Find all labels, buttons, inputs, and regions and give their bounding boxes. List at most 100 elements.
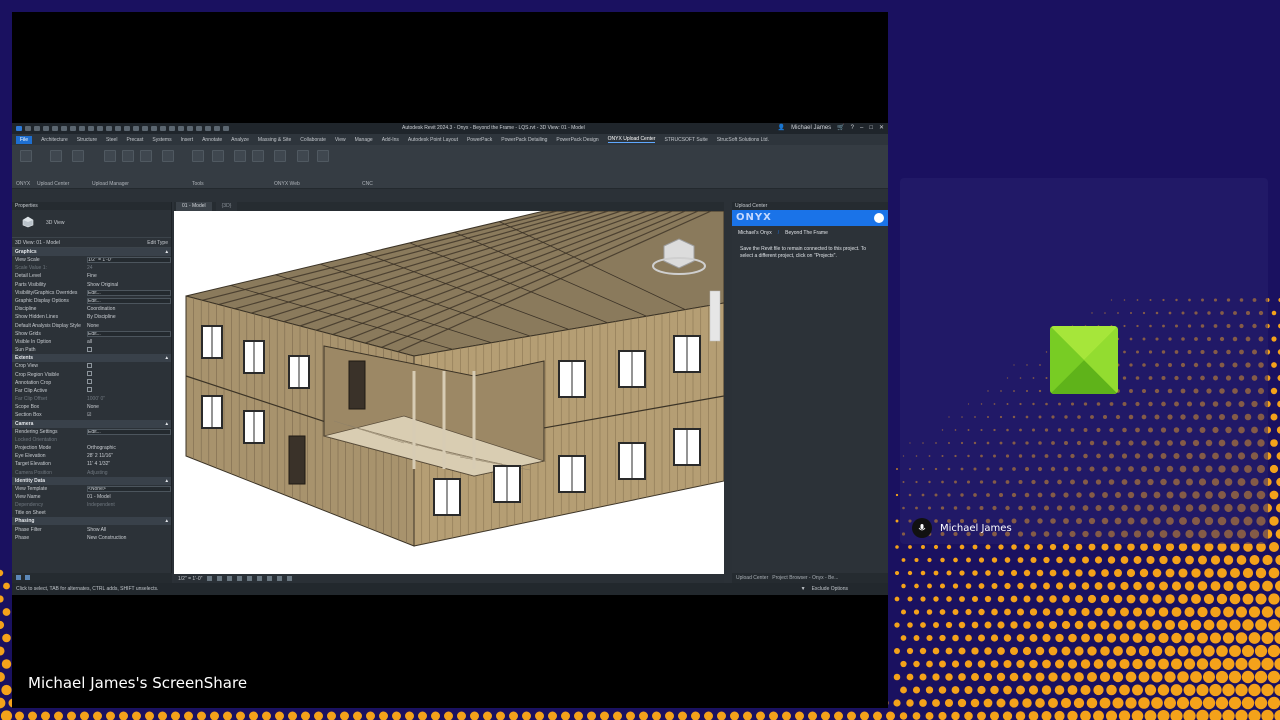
qat-tool-icon[interactable] (214, 126, 220, 131)
show-crop-icon[interactable] (257, 576, 263, 581)
property-value[interactable]: Orthographic (87, 445, 171, 451)
property-value[interactable]: 28' 2 11/16" (87, 453, 171, 459)
qat-tool-icon[interactable] (151, 126, 157, 131)
ribbon-tab-steel[interactable]: Steel (106, 137, 117, 143)
ribbon-tab-massing-site[interactable]: Massing & Site (258, 137, 291, 143)
shadows-icon[interactable] (237, 576, 243, 581)
checkbox-icon[interactable] (87, 371, 92, 377)
qat-tool-icon[interactable] (43, 126, 49, 131)
ribbon-tab-powerpack[interactable]: PowerPack (467, 137, 492, 143)
microphone-icon[interactable] (912, 518, 932, 538)
properties-section-phasing[interactable]: Phasing ▴ (12, 517, 171, 526)
property-value[interactable]: <None> (87, 485, 171, 492)
ribbon-tab-autodesk-point-layout[interactable]: Autodesk Point Layout (408, 137, 458, 143)
ribbon-tool-button[interactable] (212, 150, 224, 162)
apply-icon[interactable] (25, 575, 30, 580)
qat-tool-icon[interactable] (187, 126, 193, 131)
qat-tool-icon[interactable] (115, 126, 121, 131)
property-checkbox[interactable] (87, 379, 171, 386)
qat-tool-icon[interactable] (70, 126, 76, 131)
qat-tool-icon[interactable] (223, 126, 229, 131)
qat-tool-icon[interactable] (124, 126, 130, 131)
breadcrumb-project[interactable]: Beyond The Frame (785, 230, 828, 236)
property-value[interactable]: None (87, 404, 171, 410)
ribbon-tool-button[interactable] (20, 150, 32, 162)
maximize-button[interactable]: □ (869, 125, 873, 131)
3d-viewport[interactable] (174, 211, 724, 574)
collapse-icon[interactable]: ▴ (165, 249, 168, 255)
ribbon-tool-button[interactable] (50, 150, 62, 162)
property-value[interactable]: ☑ (87, 412, 171, 418)
filter-icon[interactable]: ▼ (801, 586, 806, 592)
qat-tool-icon[interactable] (16, 126, 22, 131)
properties-filter[interactable]: 3D View: 01 - Model Edit Type (12, 238, 171, 248)
property-checkbox[interactable] (87, 371, 171, 378)
qat-tool-icon[interactable] (79, 126, 85, 131)
view-scale[interactable]: 1/2" = 1'-0" (178, 576, 202, 582)
ribbon-tool-button[interactable] (274, 150, 286, 162)
ribbon-tab-manage[interactable]: Manage (355, 137, 373, 143)
quick-access-toolbar[interactable] (16, 126, 229, 131)
building-model[interactable] (174, 211, 724, 574)
ribbon-tab-annotate[interactable]: Annotate (202, 137, 222, 143)
close-button[interactable]: ✕ (879, 124, 884, 131)
tab-3d[interactable]: {3D} (215, 202, 238, 211)
qat-tool-icon[interactable] (52, 126, 58, 131)
qat-tool-icon[interactable] (169, 126, 175, 131)
collapse-icon[interactable]: ▴ (165, 355, 168, 361)
qat-tool-icon[interactable] (196, 126, 202, 131)
qat-tool-icon[interactable] (106, 126, 112, 131)
ribbon-tab-strucsoft-suite[interactable]: STRUCSOFT Suite (664, 137, 707, 143)
breadcrumb-workspace[interactable]: Michael's Onyx (738, 230, 772, 236)
properties-help-icon[interactable] (16, 575, 21, 580)
cart-icon[interactable]: 🛒 (837, 124, 844, 131)
account-icon[interactable] (874, 213, 884, 223)
user-icon[interactable]: 👤 (778, 124, 785, 131)
property-checkbox[interactable] (87, 387, 171, 394)
ribbon-tool-button[interactable] (252, 150, 264, 162)
qat-tool-icon[interactable] (142, 126, 148, 131)
exclude-options[interactable]: Exclude Options (812, 586, 848, 592)
property-value[interactable]: Edit... (87, 298, 171, 305)
collapse-icon[interactable]: ▴ (165, 518, 168, 524)
reveal-hidden-icon[interactable] (287, 576, 293, 581)
checkbox-icon[interactable] (87, 379, 92, 385)
ribbon-tab-architecture[interactable]: Architecture (41, 137, 68, 143)
property-value[interactable]: None (87, 323, 171, 329)
ribbon-tool-button[interactable] (317, 150, 329, 162)
temporary-hide-icon[interactable] (277, 576, 283, 581)
checkbox-icon[interactable] (87, 387, 92, 393)
properties-section-identity-data[interactable]: Identity Data ▴ (12, 476, 171, 485)
properties-section-extents[interactable]: Extents ▴ (12, 354, 171, 363)
property-value[interactable]: Fine (87, 273, 171, 279)
qat-tool-icon[interactable] (178, 126, 184, 131)
type-selector[interactable]: 3D View (12, 210, 171, 238)
detail-level-icon[interactable] (207, 576, 213, 581)
ribbon-tab-structure[interactable]: Structure (77, 137, 97, 143)
properties-section-graphics[interactable]: Graphics ▴ (12, 248, 171, 256)
collapse-icon[interactable]: ▴ (165, 478, 168, 484)
ribbon-tab-add-ins[interactable]: Add-Ins (382, 137, 399, 143)
ribbon-tool-button[interactable] (122, 150, 134, 162)
tab-upload-center[interactable]: Upload Center (736, 575, 768, 581)
lock-view-icon[interactable] (267, 576, 273, 581)
property-value[interactable]: By Discipline (87, 314, 171, 320)
property-value[interactable]: Edit... (87, 289, 171, 296)
visual-style-icon[interactable] (217, 576, 223, 581)
qat-tool-icon[interactable] (25, 126, 31, 131)
qat-tool-icon[interactable] (205, 126, 211, 131)
qat-tool-icon[interactable] (133, 126, 139, 131)
ribbon-tab-precast[interactable]: Precast (126, 137, 143, 143)
checkbox-icon[interactable] (87, 346, 92, 352)
tab-01-model[interactable]: 01 - Model (176, 202, 212, 211)
ribbon-tab-systems[interactable]: Systems (152, 137, 171, 143)
checkbox-icon[interactable] (87, 362, 92, 368)
ribbon-tab-file[interactable]: File (16, 135, 33, 144)
ribbon-tool-button[interactable] (162, 150, 174, 162)
ribbon-tab-collaborate[interactable]: Collaborate (300, 137, 326, 143)
qat-tool-icon[interactable] (160, 126, 166, 131)
ribbon-tab-powerpack-detailing[interactable]: PowerPack Detailing (501, 137, 547, 143)
ribbon-tool-button[interactable] (140, 150, 152, 162)
ribbon-tab-powerpack-design[interactable]: PowerPack Design (556, 137, 598, 143)
property-value[interactable]: 11' 4 1/32" (87, 461, 171, 467)
